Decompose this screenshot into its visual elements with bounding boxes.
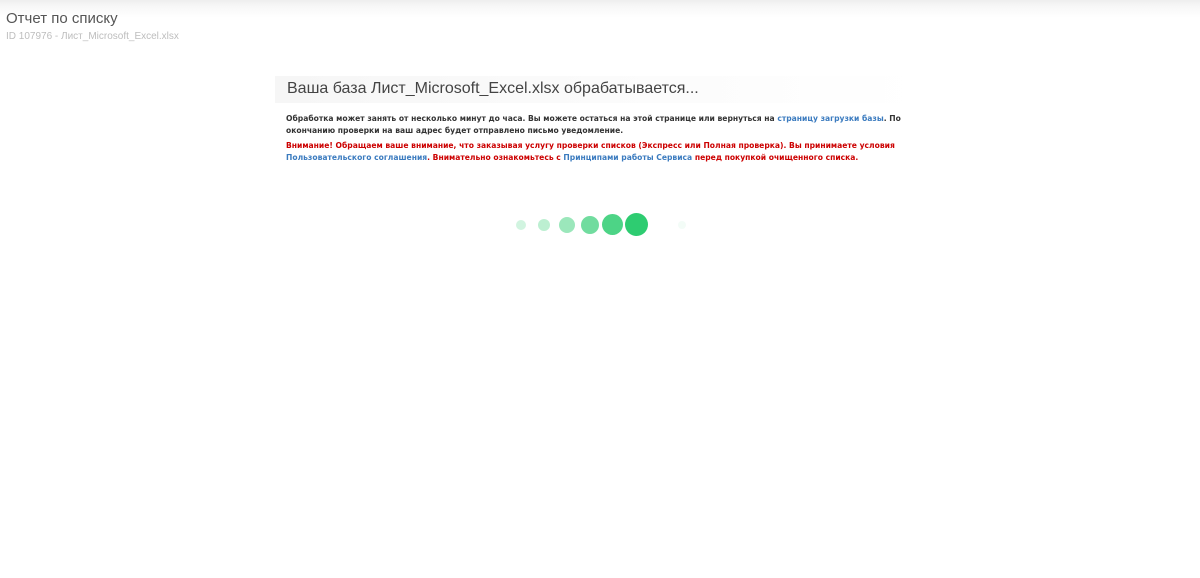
page-header: Отчет по списку ID 107976 - Лист_Microso… bbox=[0, 0, 1200, 50]
page-title: Отчет по списку bbox=[6, 10, 118, 27]
processing-panel: Ваша база Лист_Microsoft_Excel.xlsx обра… bbox=[275, 76, 923, 163]
loader-dot bbox=[581, 216, 599, 234]
warning-text-end: перед покупкой очищенного списка. bbox=[692, 152, 859, 162]
loader-dot bbox=[538, 219, 550, 231]
loader-dot bbox=[602, 214, 623, 235]
notice-text: Обработка может занять от несколько мину… bbox=[286, 114, 778, 123]
loading-dots-icon bbox=[500, 210, 700, 240]
warning-text-middle: . Внимательно ознакомьтесь с bbox=[427, 152, 564, 162]
loader-dot bbox=[559, 217, 575, 233]
user-agreement-link[interactable]: Пользовательского соглашения bbox=[286, 153, 427, 162]
loader-dot bbox=[678, 221, 686, 229]
warning-text: Внимание! Обращаем ваше внимание, что за… bbox=[286, 141, 895, 150]
loader-dot bbox=[625, 213, 648, 236]
loader-dot bbox=[516, 220, 526, 230]
page-subtitle: ID 107976 - Лист_Microsoft_Excel.xlsx bbox=[6, 31, 179, 42]
upload-page-link[interactable]: страницу загрузки базы bbox=[777, 114, 883, 123]
processing-notice: Обработка может занять от несколько мину… bbox=[275, 113, 923, 136]
processing-heading: Ваша база Лист_Microsoft_Excel.xlsx обра… bbox=[275, 76, 923, 103]
terms-warning: Внимание! Обращаем ваше внимание, что за… bbox=[275, 140, 923, 163]
service-principles-link[interactable]: Принципами работы Сервиса bbox=[563, 153, 692, 162]
